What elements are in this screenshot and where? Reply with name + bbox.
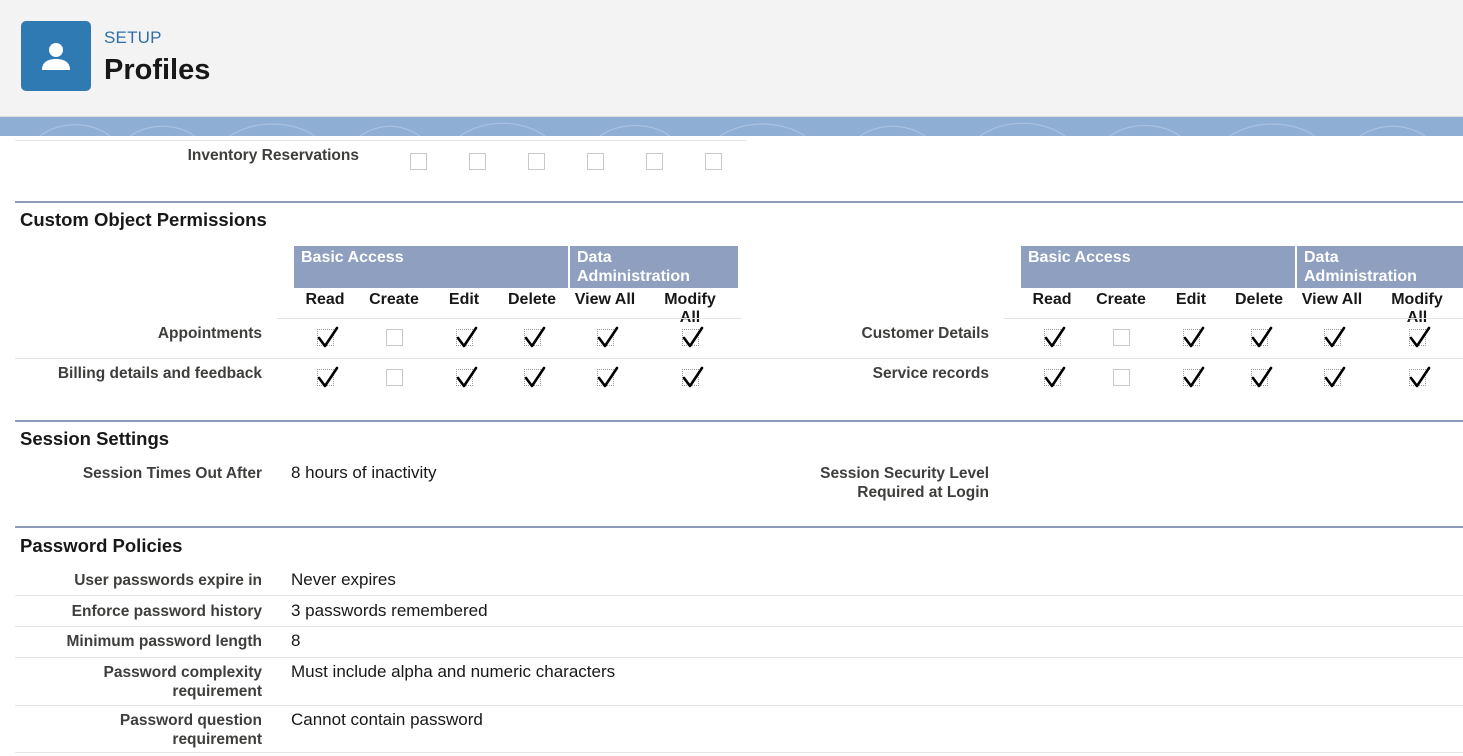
data-administration-line1: Data [577,249,612,266]
column-header-modify-all: Modify All [1391,291,1443,326]
permission-checkbox-delete [524,366,546,388]
column-header-create: Create [1096,291,1146,308]
password-complexity-label-line1: Password complexity [103,664,262,681]
column-header-delete: Delete [507,291,557,308]
row-divider [15,140,746,141]
basic-access-header: Basic Access [294,246,568,288]
user-icon [21,21,91,91]
permission-checkbox-read [1044,326,1066,348]
permission-checkbox-delete [524,326,546,348]
permission-checkbox-create [386,329,403,346]
password-history-label: Enforce password history [71,603,262,620]
page-title: Profiles [104,54,211,86]
object-label-appointments: Appointments [157,325,262,342]
password-history-value: 3 passwords remembered [291,601,488,620]
profile-detail: Inventory Reservations Custom Object Per… [0,136,1463,756]
session-settings-title: Session Settings [20,428,170,449]
column-header-delete: Delete [1234,291,1284,308]
row-divider [15,657,1463,658]
basic-access-header: Basic Access [1021,246,1295,288]
password-expire-value: Never expires [291,570,396,589]
column-header-read: Read [305,291,345,308]
permission-checkbox-read [317,326,339,348]
permission-checkbox-read [1044,366,1066,388]
data-administration-line2: Administration [577,268,690,285]
password-question-label-line1: Password question [119,712,262,729]
inventory-reservations-checkbox-5 [646,153,663,170]
password-length-label: Minimum password length [66,633,262,650]
session-timeout-value: 8 hours of inactivity [291,463,437,482]
permission-checkbox-create [386,369,403,386]
password-expire-label: User passwords expire in [74,572,262,589]
row-divider [15,705,1463,706]
password-question-label: Password question requirement [15,711,262,749]
session-security-label-line1: Session Security Level [820,465,989,482]
permission-checkbox-view-all [1324,366,1346,388]
inventory-reservations-label: Inventory Reservations [187,147,359,164]
setup-label[interactable]: SETUP [104,28,162,48]
row-divider [15,752,1463,753]
password-length-value: 8 [291,631,301,650]
row-divider [15,595,1463,596]
password-policies-title: Password Policies [20,535,183,556]
permission-checkbox-read [317,366,339,388]
row-divider [15,358,742,359]
object-label-customer-details: Customer Details [861,325,989,342]
permission-checkbox-edit [456,366,478,388]
password-complexity-value: Must include alpha and numeric character… [291,662,616,681]
section-divider [15,526,1463,528]
inventory-reservations-checkbox-6 [705,153,722,170]
row-divider [1004,318,1463,319]
permission-checkbox-delete [1251,366,1273,388]
session-timeout-label: Session Times Out After [82,465,262,482]
password-question-value: Cannot contain password [291,710,483,729]
inventory-reservations-checkbox-2 [469,153,486,170]
column-header-create: Create [369,291,419,308]
permission-checkbox-delete [1251,326,1273,348]
permission-checkbox-view-all [597,326,619,348]
row-divider [277,318,742,319]
permission-checkbox-create [1113,369,1130,386]
password-complexity-label-line2: requirement [172,683,262,700]
permission-checkbox-edit [456,326,478,348]
page-header: SETUP Profiles [0,0,1463,117]
permission-checkbox-edit [1183,326,1205,348]
object-label-service-records: Service records [872,365,989,382]
permission-checkbox-modify-all [682,366,704,388]
column-header-edit: Edit [448,291,480,308]
section-divider [15,420,1463,422]
permission-checkbox-view-all [597,366,619,388]
object-label-billing-details: Billing details and feedback [57,365,262,382]
permission-checkbox-modify-all [682,326,704,348]
permission-checkbox-modify-all [1409,326,1431,348]
data-administration-line1: Data [1304,249,1339,266]
permission-checkbox-create [1113,329,1130,346]
column-header-read: Read [1032,291,1072,308]
data-administration-line2: Administration [1304,268,1417,285]
data-administration-header: Data Administration [1297,246,1463,288]
inventory-reservations-checkbox-4 [587,153,604,170]
custom-object-permissions-title: Custom Object Permissions [20,209,267,230]
inventory-reservations-checkbox-1 [410,153,427,170]
password-question-label-line2: requirement [172,731,262,748]
column-header-view-all: View All [574,291,636,308]
inventory-reservations-checkbox-3 [528,153,545,170]
column-header-modify-all: Modify All [664,291,716,326]
password-complexity-label: Password complexity requirement [15,663,262,701]
session-security-label-line2: Required at Login [857,484,989,501]
section-divider [15,201,1463,203]
permission-checkbox-edit [1183,366,1205,388]
row-divider [742,358,1463,359]
column-header-view-all: View All [1301,291,1363,308]
decorative-band [0,117,1463,136]
permission-checkbox-modify-all [1409,366,1431,388]
column-header-edit: Edit [1175,291,1207,308]
row-divider [15,626,1463,627]
session-security-label: Session Security Level Required at Login [742,464,989,502]
permission-checkbox-view-all [1324,326,1346,348]
data-administration-header: Data Administration [570,246,738,288]
